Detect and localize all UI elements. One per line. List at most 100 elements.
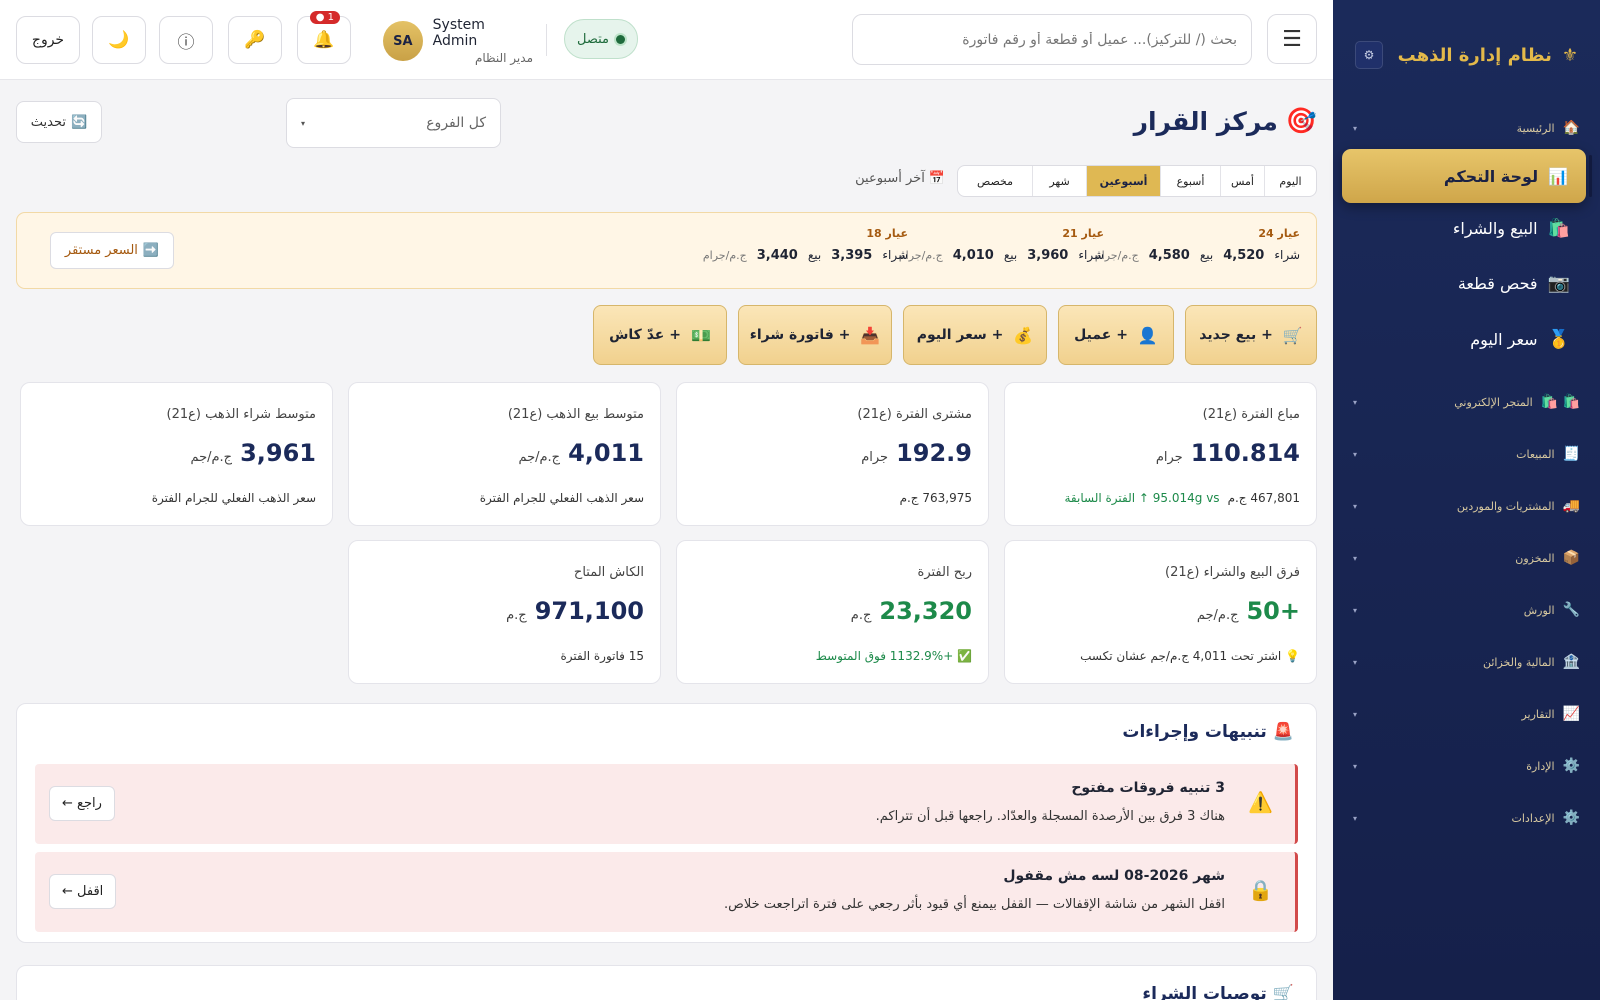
action-label: + سعر اليوم — [916, 327, 1004, 343]
logout-button[interactable]: خروج — [16, 16, 80, 64]
menu-icon[interactable]: ☰ — [1267, 14, 1317, 64]
price-group-24: عيار 24 شراء 4,520 بيع 4,580 ج.م/جرام — [1095, 227, 1300, 263]
branch-select[interactable]: كل الفروع ▾ — [286, 98, 501, 148]
kpi-value: 971,100 — [534, 597, 644, 625]
gold-prices-bar: عيار 24 شراء 4,520 بيع 4,580 ج.م/جرام عيار… — [16, 212, 1317, 289]
avatar[interactable]: SA — [383, 21, 423, 61]
sidebar-item-finance[interactable]: 🏦 المالية والخزائن ▾ — [1353, 654, 1580, 670]
sidebar-item-home[interactable]: 🏠 الرئيسية ▾ — [1353, 120, 1580, 136]
buy-label: شراء — [882, 248, 908, 262]
sidebar-item-today-price[interactable]: 🥇 سعر اليوم — [1349, 329, 1584, 350]
page-title: 🎯 مركز القرار — [1134, 106, 1317, 136]
alert-body: اقفل الشهر من شاشة الإقفالات — القفل بيم… — [723, 897, 1225, 912]
sell-price: 4,580 — [1148, 248, 1190, 263]
kpi-card-avg-sell: متوسط بيع الذهب (ع21) 4,011 ج.م/جم سعر ا… — [348, 382, 661, 526]
info-button[interactable]: ⓘ — [159, 16, 213, 64]
brand-title[interactable]: ⚜ نظام إدارة الذهب — [1398, 45, 1578, 66]
refresh-button[interactable]: 🔄 تحديث — [16, 101, 102, 143]
period-label: 📅 آخر أسبوعين — [855, 171, 945, 186]
price-row: شراء 3,960 بيع 4,010 ج.م/جرام — [899, 248, 1104, 263]
sidebar-item-settings[interactable]: ⚙️ الإعدادات ▾ — [1353, 810, 1580, 826]
kpi-card-sold: مباع الفترة (ع21) 110.814 جرام 467,801 ج… — [1004, 382, 1317, 526]
kpi-title: مشترى الفترة (ع21) — [857, 407, 972, 422]
sidebar-item-reports[interactable]: 📈 التقارير ▾ — [1353, 706, 1580, 722]
bank-icon: 🏦 — [1562, 654, 1580, 670]
chevron-down-icon: ▾ — [1353, 761, 1358, 771]
sidebar-item-label: البيع والشراء — [1452, 219, 1538, 238]
purchase-invoice-button[interactable]: 📥 + فاتورة شراء — [738, 305, 892, 365]
sidebar-item-purchases[interactable]: 🚚 المشتريات والموردين ▾ — [1353, 498, 1580, 514]
new-sale-button[interactable]: 🛒 + بيع جديد — [1185, 305, 1317, 365]
sidebar-item-admin[interactable]: ⚙️ الإدارة ▾ — [1353, 758, 1580, 774]
gear-icon: ⚙️ — [1562, 758, 1580, 774]
section-title: 🛒 توصيات الشراء — [1142, 984, 1294, 1000]
user-menu[interactable]: System Admin مدير النظام SA — [383, 17, 533, 65]
tab-yesterday[interactable]: أمس — [1220, 166, 1264, 196]
sidebar-item-label: المخزون — [1515, 551, 1555, 565]
kpi-trend: 95.014g vs ↑ الفترة السابقة — [1064, 491, 1220, 505]
sidebar-settings-icon[interactable]: ⚙ — [1355, 41, 1383, 69]
sidebar-item-label: فحص قطعة — [1457, 274, 1538, 293]
dark-mode-toggle[interactable]: 🌙 — [92, 16, 146, 64]
search-input[interactable] — [852, 14, 1252, 65]
sidebar-item-dashboard[interactable]: 📊 لوحة التحكم — [1342, 149, 1592, 203]
moon-icon: 🌙 — [108, 30, 130, 50]
page-title-text: مركز القرار — [1133, 106, 1278, 136]
buy-price: 4,520 — [1223, 248, 1265, 263]
review-button[interactable]: راجع ← — [49, 786, 115, 821]
cash-count-button[interactable]: 💵 + عدّ كاش — [593, 305, 727, 365]
kpi-value-row: 3,961 ج.م/جم — [190, 439, 316, 467]
home-icon: 🏠 — [1562, 120, 1580, 136]
shopping-bag-icon: 🛍️ — [1547, 218, 1570, 239]
sidebar-item-sales[interactable]: 🧾 المبيعات ▾ — [1353, 446, 1580, 462]
karat-label: عيار 18 — [866, 227, 908, 240]
sidebar-item-workshops[interactable]: 🔧 الورش ▾ — [1353, 602, 1580, 618]
tab-month[interactable]: شهر — [1032, 166, 1086, 196]
new-customer-button[interactable]: 👤 + عميل — [1058, 305, 1174, 365]
tab-two-weeks[interactable]: أسبوعين — [1086, 166, 1160, 196]
chevron-down-icon: ▾ — [1353, 657, 1358, 667]
target-icon: 🎯 — [1285, 106, 1317, 135]
cart-icon: 🛒 — [1272, 984, 1294, 1000]
sell-price: 4,010 — [952, 248, 994, 263]
arrow-right-icon: ➡️ — [142, 243, 160, 258]
sidebar-item-store[interactable]: 🛍️ 🛍️ المتجر الإلكتروني ▾ — [1353, 394, 1580, 410]
sidebar-item-label: سعر اليوم — [1470, 330, 1538, 349]
tab-custom[interactable]: مخصص — [958, 166, 1032, 196]
chevron-down-icon: ▾ — [1353, 553, 1358, 563]
sell-price: 3,440 — [756, 248, 798, 263]
sidebar-item-inventory[interactable]: 📦 المخزون ▾ — [1353, 550, 1580, 566]
alert-body: هناك 3 فرق بين الأرصدة المسجلة والعدّاد.… — [875, 809, 1225, 824]
cash-icon: 💵 — [690, 325, 711, 345]
key-icon: 🔑 — [244, 30, 266, 50]
status-dot-icon — [616, 34, 626, 44]
kpi-value: 23,320 — [879, 597, 972, 625]
chevron-down-icon: ▾ — [1353, 501, 1358, 511]
sidebar-item-label: المتجر الإلكتروني — [1454, 395, 1533, 409]
action-label: + بيع جديد — [1199, 327, 1273, 343]
price-stable-button[interactable]: ➡️ السعر مستقر — [50, 232, 174, 269]
chevron-down-icon: ▾ — [1353, 813, 1358, 823]
status-badge: متصل — [564, 19, 638, 59]
today-price-button[interactable]: 💰 + سعر اليوم — [903, 305, 1047, 365]
sidebar-item-label: المشتريات والموردين — [1456, 499, 1555, 513]
sidebar-item-inspect[interactable]: 📷 فحص قطعة — [1349, 273, 1584, 294]
kpi-sub-text: 467,801 ج.م — [1227, 491, 1300, 505]
kpi-value-row: 971,100 ج.م — [506, 597, 644, 625]
kpi-sub: 763,975 ج.م — [900, 491, 972, 505]
kpi-title: فرق البيع والشراء (ع21) — [1164, 565, 1300, 580]
refresh-label: تحديث — [30, 114, 67, 130]
tab-week[interactable]: أسبوع — [1160, 166, 1220, 196]
key-button[interactable]: 🔑 — [228, 16, 282, 64]
kpi-trend: ✅ +1132.9% فوق المتوسط — [815, 649, 972, 663]
chevron-down-icon: ▾ — [1353, 123, 1358, 133]
sidebar-item-buy-sell[interactable]: 🛍️ البيع والشراء — [1349, 218, 1584, 239]
notifications-button[interactable]: 🔔 1 ● — [297, 11, 351, 64]
kpi-sub-text: 763,975 ج.م — [899, 491, 972, 505]
sidebar-item-label: الورش — [1523, 603, 1555, 617]
sell-label: بيع — [807, 248, 822, 262]
price-unit: ج.م/جرام — [702, 249, 747, 262]
tab-today[interactable]: اليوم — [1264, 166, 1316, 196]
karat-label: عيار 21 — [1062, 227, 1104, 240]
close-month-button[interactable]: اقفل ← — [49, 874, 117, 909]
